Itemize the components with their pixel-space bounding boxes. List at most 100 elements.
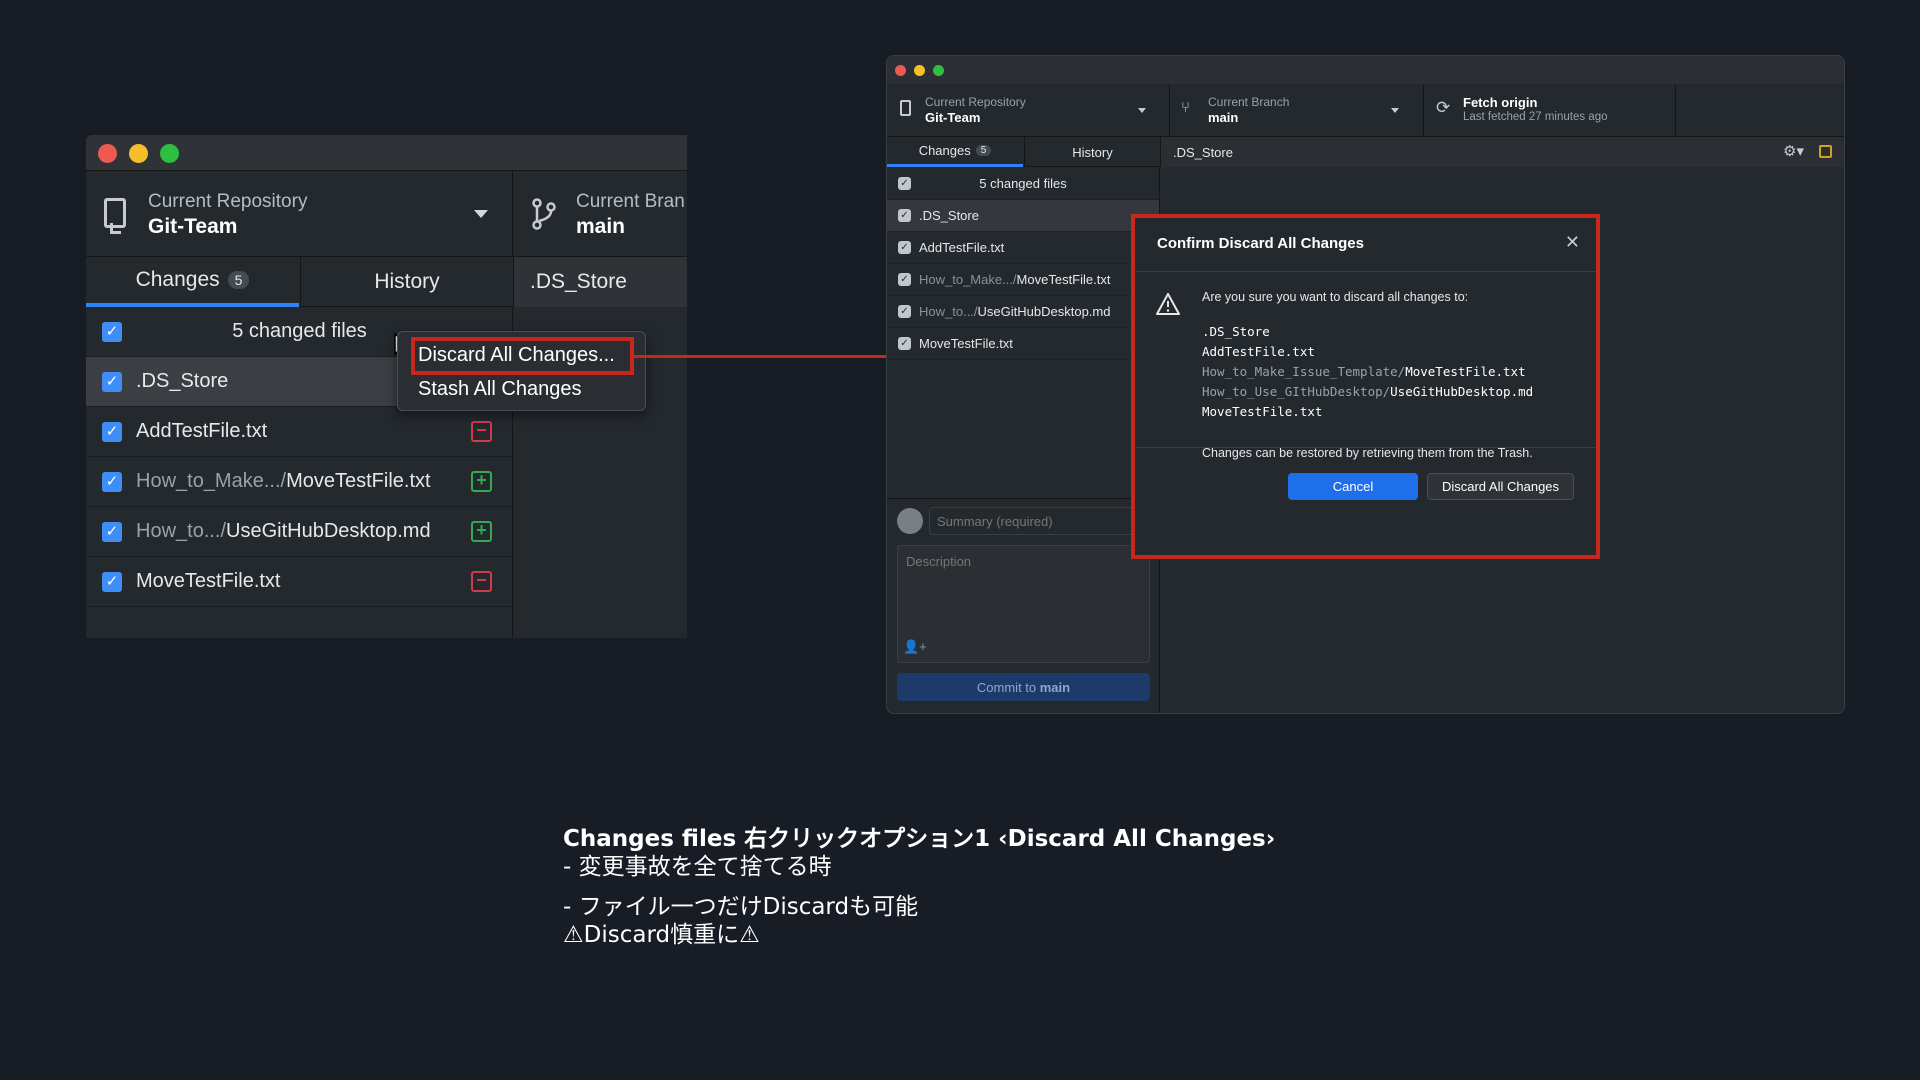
dialog-file-list: .DS_Store AddTestFile.txt How_to_Make_Is… <box>1202 322 1533 422</box>
cancel-button-label: Cancel <box>1332 479 1374 494</box>
list-item[interactable]: ✓ AddTestFile.txt <box>887 232 1159 264</box>
slide-caption: Changes files 右クリックオプション1 ‹Discard All C… <box>563 825 1275 949</box>
open-file-icon[interactable] <box>1819 145 1832 158</box>
discard-all-changes-button[interactable]: Discard All Changes <box>1427 473 1574 500</box>
description-input[interactable] <box>897 545 1150 663</box>
minimize-window-button[interactable] <box>129 144 148 163</box>
file-checkbox[interactable]: ✓ <box>102 421 122 442</box>
select-all-checkbox[interactable]: ✓ <box>898 177 911 190</box>
list-item[interactable]: ✓ How_to.../UseGitHubDesktop.md <box>887 296 1159 328</box>
file-checkbox[interactable]: ✓ <box>898 273 911 286</box>
file-path: How_to.../UseGitHubDesktop.md <box>919 304 1110 319</box>
file-path-prefix: How_to_Make.../ <box>919 272 1017 287</box>
warning-icon <box>1156 293 1180 315</box>
file-name: AddTestFile.txt <box>919 240 1005 255</box>
added-status-icon: + <box>471 471 492 492</box>
file-name: MoveTestFile.txt <box>1016 272 1111 287</box>
tab-history[interactable]: History <box>300 257 513 307</box>
changes-count-badge: 5 <box>227 271 250 289</box>
branch-label: Current Bran <box>576 191 685 212</box>
deleted-status-icon: − <box>471 571 492 592</box>
fetch-origin-button[interactable]: ⟳ Fetch origin Last fetched 27 minutes a… <box>1424 84 1676 137</box>
current-repository-dropdown[interactable]: Current Repository Git-Team <box>86 171 513 257</box>
current-repository-dropdown[interactable]: Current Repository Git-Team <box>887 84 1170 137</box>
list-item[interactable]: ✓ How_to_Make.../MoveTestFile.txt + <box>86 457 512 507</box>
file-name: .DS_Store <box>1202 324 1270 339</box>
branch-icon <box>532 198 556 230</box>
file-path-prefix: How_to.../ <box>919 304 978 319</box>
dialog-header: Confirm Discard All Changes ✕ <box>1135 218 1596 272</box>
file-checkbox[interactable]: ✓ <box>102 521 122 542</box>
tab-changes[interactable]: Changes 5 <box>86 257 299 307</box>
close-window-button[interactable] <box>98 144 117 163</box>
close-window-button[interactable] <box>895 65 906 76</box>
dialog-file-item: How_to_Make_Issue_Template/MoveTestFile.… <box>1202 362 1533 382</box>
file-checkbox[interactable]: ✓ <box>898 241 911 254</box>
avatar <box>897 508 923 534</box>
close-icon[interactable]: ✕ <box>1565 232 1580 253</box>
caption-title: Changes files 右クリックオプション1 ‹Discard All C… <box>563 826 1276 852</box>
file-name: .DS_Store <box>919 208 979 223</box>
list-item[interactable]: ✓ .DS_Store <box>887 200 1159 232</box>
list-item[interactable]: ✓ AddTestFile.txt − <box>86 407 512 457</box>
file-name: .DS_Store <box>136 370 229 392</box>
file-dir: How_to_Make_Issue_Template/ <box>1202 364 1406 379</box>
branch-icon: ⑂ <box>1181 99 1191 116</box>
list-item[interactable]: ✓ How_to.../UseGitHubDesktop.md + <box>86 507 512 557</box>
file-checkbox[interactable]: ✓ <box>898 209 911 222</box>
title-bar <box>887 56 1844 84</box>
file-name: UseGitHubDesktop.md <box>977 304 1111 319</box>
stash-all-changes-menu-item[interactable]: Stash All Changes <box>418 378 581 401</box>
list-item[interactable]: ✓ MoveTestFile.txt <box>887 328 1159 360</box>
file-checkbox[interactable]: ✓ <box>898 337 911 350</box>
zoom-window-button[interactable] <box>160 144 179 163</box>
tab-history-label: History <box>1072 144 1113 160</box>
file-name: MoveTestFile.txt <box>286 470 431 492</box>
tab-changes[interactable]: Changes 5 <box>887 137 1023 167</box>
tab-changes-label: Changes <box>918 143 971 158</box>
commit-panel: 👤+ Commit to main <box>887 498 1160 713</box>
toolbar: Current Repository Git-Team Current Bran… <box>86 171 687 257</box>
file-checkbox[interactable]: ✓ <box>898 305 911 318</box>
gear-icon[interactable]: ⚙▾ <box>1783 142 1804 160</box>
changed-files-header[interactable]: ✓ 5 changed files <box>887 168 1159 200</box>
file-checkbox[interactable]: ✓ <box>102 471 122 492</box>
tab-history-label: History <box>374 270 440 293</box>
dialog-file-item: How_to_Use_GItHubDesktop/UseGitHubDeskto… <box>1202 382 1533 402</box>
repository-name: Git-Team <box>148 215 238 238</box>
selected-file-name: .DS_Store <box>530 270 627 293</box>
tab-history[interactable]: History <box>1024 137 1160 167</box>
dialog-message: Are you sure you want to discard all cha… <box>1202 290 1469 304</box>
repository-icon <box>900 100 911 116</box>
repository-label: Current Repository <box>925 95 1026 109</box>
file-path-prefix: How_to_Make.../ <box>136 470 287 492</box>
file-name: MoveTestFile.txt <box>1405 364 1526 379</box>
list-item[interactable]: ✓ How_to_Make.../MoveTestFile.txt <box>887 264 1159 296</box>
toolbar: Current Repository Git-Team ⑂ Current Br… <box>887 84 1844 137</box>
summary-input[interactable] <box>929 507 1151 535</box>
list-item[interactable]: ✓ MoveTestFile.txt − <box>86 557 512 607</box>
file-path: How_to.../UseGitHubDesktop.md <box>136 520 431 543</box>
fetch-subtitle: Last fetched 27 minutes ago <box>1463 111 1608 123</box>
cancel-button[interactable]: Cancel <box>1288 473 1418 500</box>
add-coauthor-icon[interactable]: 👤+ <box>903 639 927 655</box>
current-branch-dropdown[interactable]: ⑂ Current Branch main <box>1170 84 1424 137</box>
title-bar <box>86 135 687 171</box>
file-checkbox[interactable]: ✓ <box>102 571 122 592</box>
branch-label: Current Branch <box>1208 95 1290 109</box>
file-dir: How_to_Use_GItHubDesktop/ <box>1202 384 1391 399</box>
changes-count-badge: 5 <box>975 145 992 156</box>
minimize-window-button[interactable] <box>914 65 925 76</box>
zoom-window-button[interactable] <box>933 65 944 76</box>
current-branch-dropdown[interactable]: Current Bran main <box>514 171 687 257</box>
selected-file-header: .DS_Store <box>513 257 687 307</box>
branch-name: main <box>1208 110 1239 125</box>
file-name: MoveTestFile.txt <box>136 570 281 592</box>
dialog-body: Are you sure you want to discard all cha… <box>1135 272 1596 460</box>
caption-line: - ファイル一つだけDiscardも可能 <box>563 894 919 920</box>
deleted-status-icon: − <box>471 421 492 442</box>
file-checkbox[interactable]: ✓ <box>102 371 122 392</box>
commit-button[interactable]: Commit to main <box>897 673 1150 701</box>
discard-highlight-box <box>411 337 634 375</box>
tab-bar: Changes 5 History .DS_Store <box>86 257 687 307</box>
